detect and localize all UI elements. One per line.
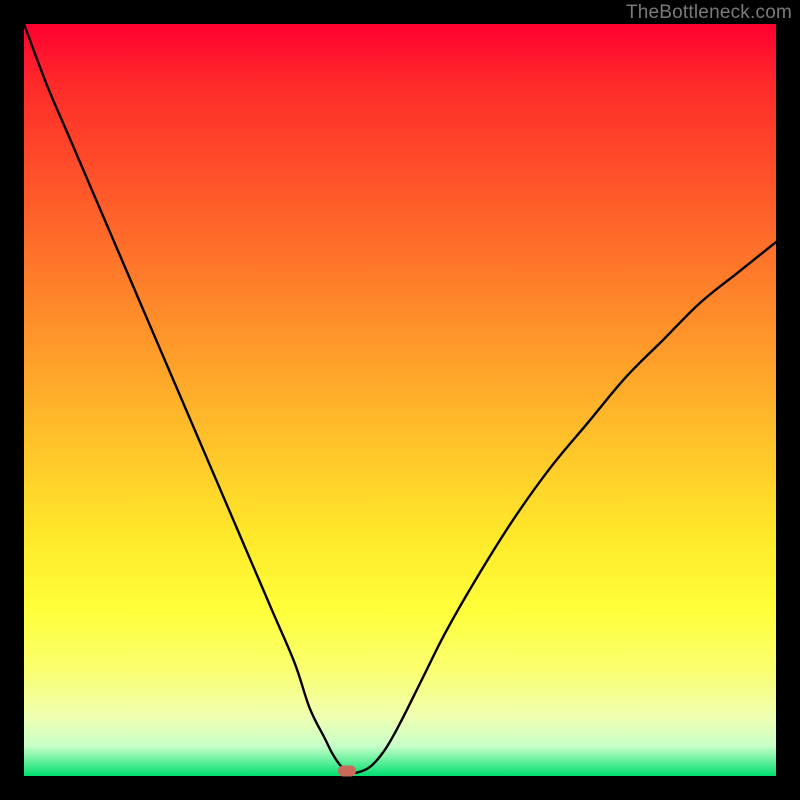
minimum-marker [338, 766, 356, 777]
chart-gradient-background [24, 24, 776, 776]
watermark-text: TheBottleneck.com [626, 2, 792, 24]
chart-frame [24, 24, 776, 776]
